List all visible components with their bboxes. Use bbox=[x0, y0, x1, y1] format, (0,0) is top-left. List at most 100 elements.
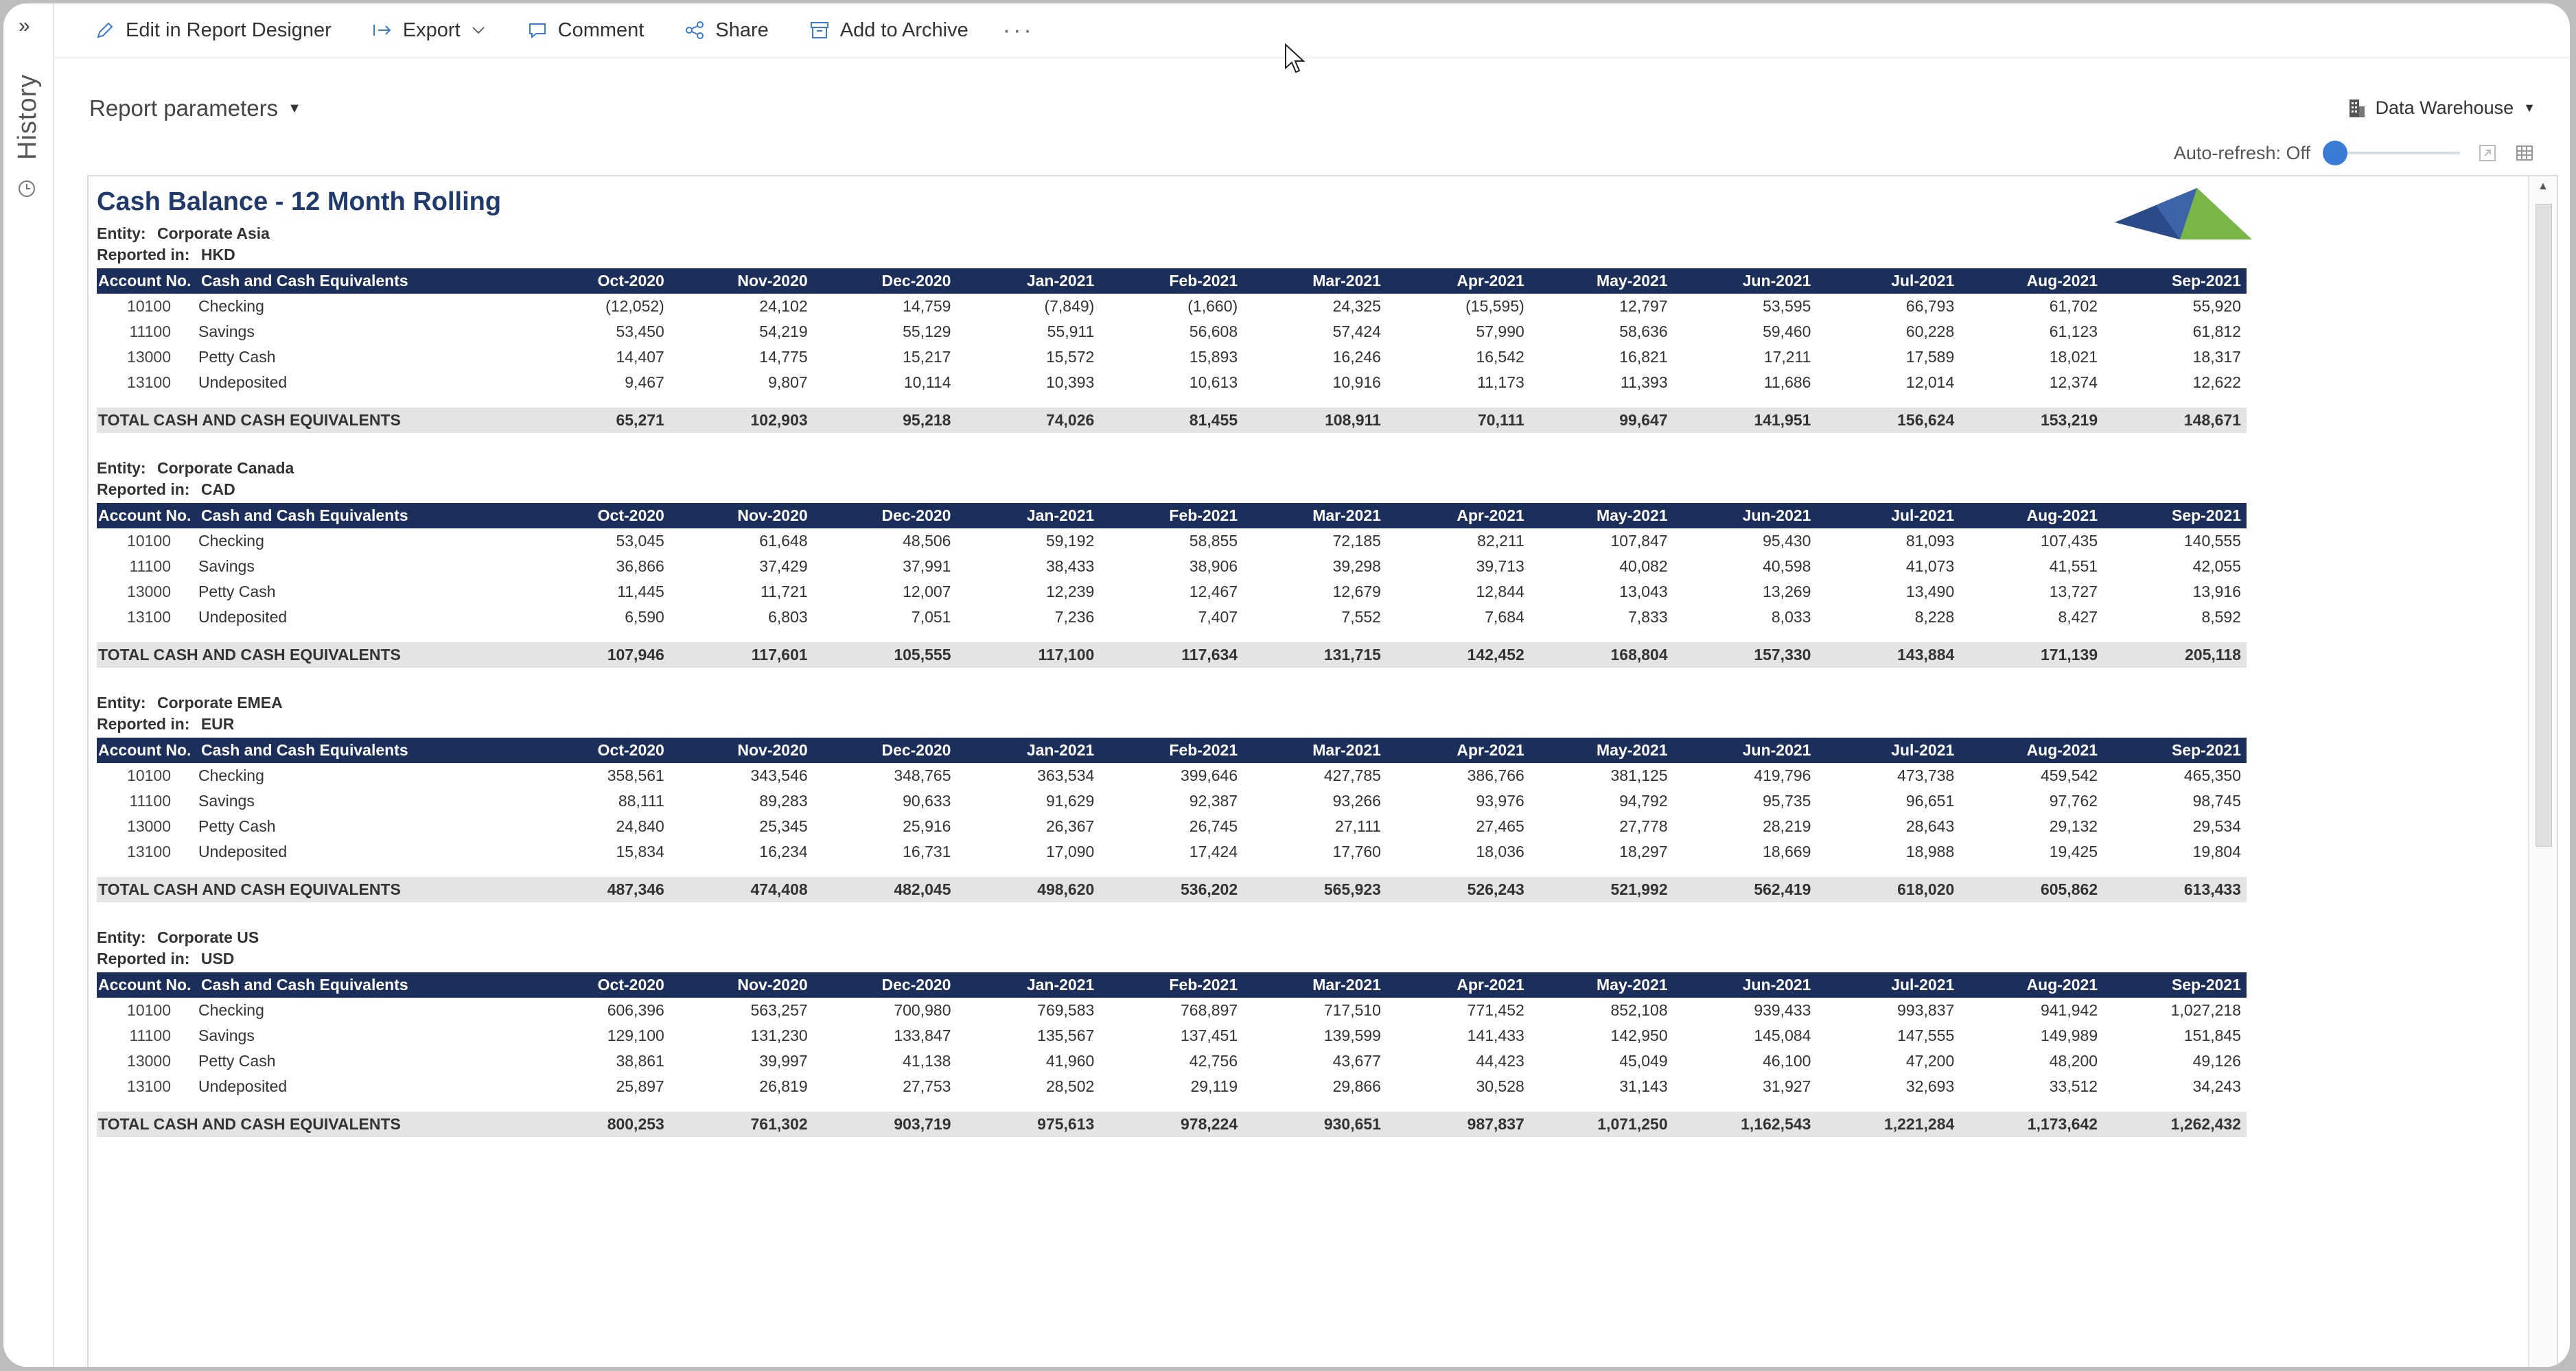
total-cell: 107,946 bbox=[526, 642, 670, 668]
balance-cell: 473,738 bbox=[1897, 766, 1955, 784]
header-month: Feb-2021 bbox=[1100, 738, 1244, 763]
edit-label: Edit in Report Designer bbox=[126, 19, 332, 41]
balance-cell: 7,407 bbox=[1198, 608, 1238, 626]
expand-icon[interactable] bbox=[2478, 143, 2497, 163]
entity-section: Entity: Corporate Canada Reported in: CAD… bbox=[97, 433, 2247, 668]
total-cell: 168,804 bbox=[1529, 642, 1673, 668]
pencil-icon bbox=[97, 22, 113, 38]
header-month: Nov-2020 bbox=[669, 503, 813, 528]
total-cell: 618,020 bbox=[1816, 877, 1960, 902]
balance-cell: 24,325 bbox=[1332, 297, 1381, 315]
balance-cell: 56,608 bbox=[1189, 323, 1238, 340]
vertical-scrollbar[interactable]: ▲ bbox=[2528, 176, 2557, 1367]
total-cell: 131,715 bbox=[1243, 642, 1386, 668]
entity-section: Entity: Corporate US Reported in: USD Acco… bbox=[97, 902, 2247, 1137]
header-account-no: Account No. bbox=[97, 268, 196, 294]
balance-cell: 93,266 bbox=[1332, 792, 1381, 810]
comment-button[interactable]: Comment bbox=[526, 19, 644, 42]
balance-cell: 11,445 bbox=[617, 583, 664, 600]
header-month: Feb-2021 bbox=[1100, 268, 1244, 294]
balance-cell: 19,425 bbox=[2049, 843, 2098, 860]
table-row: 10100 Checking 358,561 343,546 348,765 363,53… bbox=[97, 763, 2247, 788]
data-source-dropdown[interactable]: Data Warehouse ▼ bbox=[2348, 97, 2536, 119]
header-month: Aug-2021 bbox=[1960, 972, 2104, 998]
total-cell: 153,219 bbox=[1960, 408, 2104, 433]
auto-refresh-slider[interactable] bbox=[2323, 141, 2460, 165]
total-cell: 482,045 bbox=[813, 877, 957, 902]
header-month: Jun-2021 bbox=[1673, 268, 1817, 294]
total-cell: 800,253 bbox=[526, 1112, 670, 1137]
toolbar: Edit in Report Designer Export Comment S… bbox=[53, 3, 2570, 58]
archive-icon bbox=[810, 22, 828, 38]
account-description: Petty Cash bbox=[198, 348, 276, 366]
entity-name: Corporate EMEA bbox=[156, 694, 283, 712]
balance-cell: 16,234 bbox=[759, 843, 808, 860]
account-number: 11100 bbox=[129, 792, 171, 810]
table-row: 11100 Savings 36,866 37,429 37,991 38,433 38,9… bbox=[97, 554, 2247, 579]
total-cell: 761,302 bbox=[669, 1112, 813, 1137]
balance-cell: 41,960 bbox=[1045, 1052, 1095, 1070]
balance-cell: 8,228 bbox=[1914, 608, 1955, 626]
balance-cell: 18,021 bbox=[2049, 348, 2098, 366]
report-parameters-dropdown[interactable]: Report parameters ▼ bbox=[89, 95, 301, 121]
balance-cell: 42,756 bbox=[1189, 1052, 1238, 1070]
balance-cell: (12,052) bbox=[605, 297, 664, 315]
balance-cell: 96,651 bbox=[1905, 792, 1955, 810]
balance-cell: 89,283 bbox=[759, 792, 808, 810]
balance-cell: 55,920 bbox=[2192, 297, 2241, 315]
total-row: TOTAL CASH AND CASH EQUIVALENTS 107,946 11… bbox=[97, 642, 2247, 668]
history-tab[interactable]: History bbox=[13, 65, 42, 168]
balance-cell: 13,269 bbox=[1763, 583, 1811, 600]
balance-cell: 95,735 bbox=[1763, 792, 1811, 810]
total-cell: 141,951 bbox=[1673, 408, 1817, 433]
edit-in-report-designer-button[interactable]: Edit in Report Designer bbox=[94, 19, 332, 42]
balance-cell: 768,897 bbox=[1181, 1001, 1238, 1019]
balance-cell: 61,702 bbox=[2049, 297, 2098, 315]
slider-knob[interactable] bbox=[2323, 141, 2347, 165]
more-options-icon[interactable]: ··· bbox=[1003, 17, 1034, 44]
balance-cell: 19,804 bbox=[2192, 843, 2241, 860]
account-description: Undeposited bbox=[198, 1077, 288, 1095]
share-button[interactable]: Share bbox=[684, 19, 769, 42]
balance-cell: 37,429 bbox=[759, 557, 808, 575]
add-to-archive-button[interactable]: Add to Archive bbox=[809, 19, 968, 42]
balance-cell: 135,567 bbox=[1037, 1027, 1095, 1044]
total-cell: 978,224 bbox=[1100, 1112, 1244, 1137]
balance-cell: 17,424 bbox=[1189, 843, 1238, 860]
total-cell: 70,111 bbox=[1386, 408, 1530, 433]
account-description: Checking bbox=[198, 766, 264, 784]
balance-cell: 139,599 bbox=[1323, 1027, 1381, 1044]
header-month: Apr-2021 bbox=[1386, 268, 1530, 294]
balance-cell: 29,132 bbox=[2049, 817, 2098, 835]
table-row: 13000 Petty Cash 14,407 14,775 15,217 15,572 1… bbox=[97, 344, 2247, 370]
balance-cell: (15,595) bbox=[1465, 297, 1524, 315]
balance-cell: 15,572 bbox=[1045, 348, 1095, 366]
balance-cell: 17,090 bbox=[1045, 843, 1095, 860]
export-button[interactable]: Export bbox=[371, 19, 487, 42]
reported-in-label: Reported in: bbox=[97, 950, 190, 968]
grid-icon[interactable] bbox=[2515, 143, 2534, 163]
expand-panel-icon[interactable]: » bbox=[19, 14, 30, 38]
entity-line: Entity: Corporate Canada bbox=[97, 458, 2247, 479]
cash-balance-table: Account No. Cash and Cash Equivalents Oct-… bbox=[97, 738, 2247, 902]
header-month: Apr-2021 bbox=[1386, 738, 1530, 763]
balance-cell: 59,460 bbox=[1763, 323, 1811, 340]
report-parameters-label: Report parameters bbox=[89, 95, 279, 121]
balance-cell: 13,490 bbox=[1905, 583, 1955, 600]
total-row: TOTAL CASH AND CASH EQUIVALENTS 800,253 76… bbox=[97, 1112, 2247, 1137]
account-number: 11100 bbox=[129, 1027, 171, 1044]
balance-cell: 58,636 bbox=[1619, 323, 1668, 340]
account-number: 13000 bbox=[127, 817, 171, 835]
balance-cell: 93,976 bbox=[1476, 792, 1524, 810]
header-month: Mar-2021 bbox=[1243, 268, 1386, 294]
total-cell: 605,862 bbox=[1960, 877, 2104, 902]
header-month: Aug-2021 bbox=[1960, 268, 2104, 294]
table-header-row: Account No. Cash and Cash Equivalents Oct-… bbox=[97, 268, 2247, 294]
balance-cell: 18,669 bbox=[1763, 843, 1811, 860]
total-cell: 95,218 bbox=[813, 408, 957, 433]
balance-cell: 39,713 bbox=[1476, 557, 1524, 575]
scroll-up-icon[interactable]: ▲ bbox=[2538, 180, 2549, 193]
scrollbar-thumb[interactable] bbox=[2536, 204, 2552, 847]
account-description: Savings bbox=[198, 323, 255, 340]
balance-cell: 15,217 bbox=[903, 348, 951, 366]
